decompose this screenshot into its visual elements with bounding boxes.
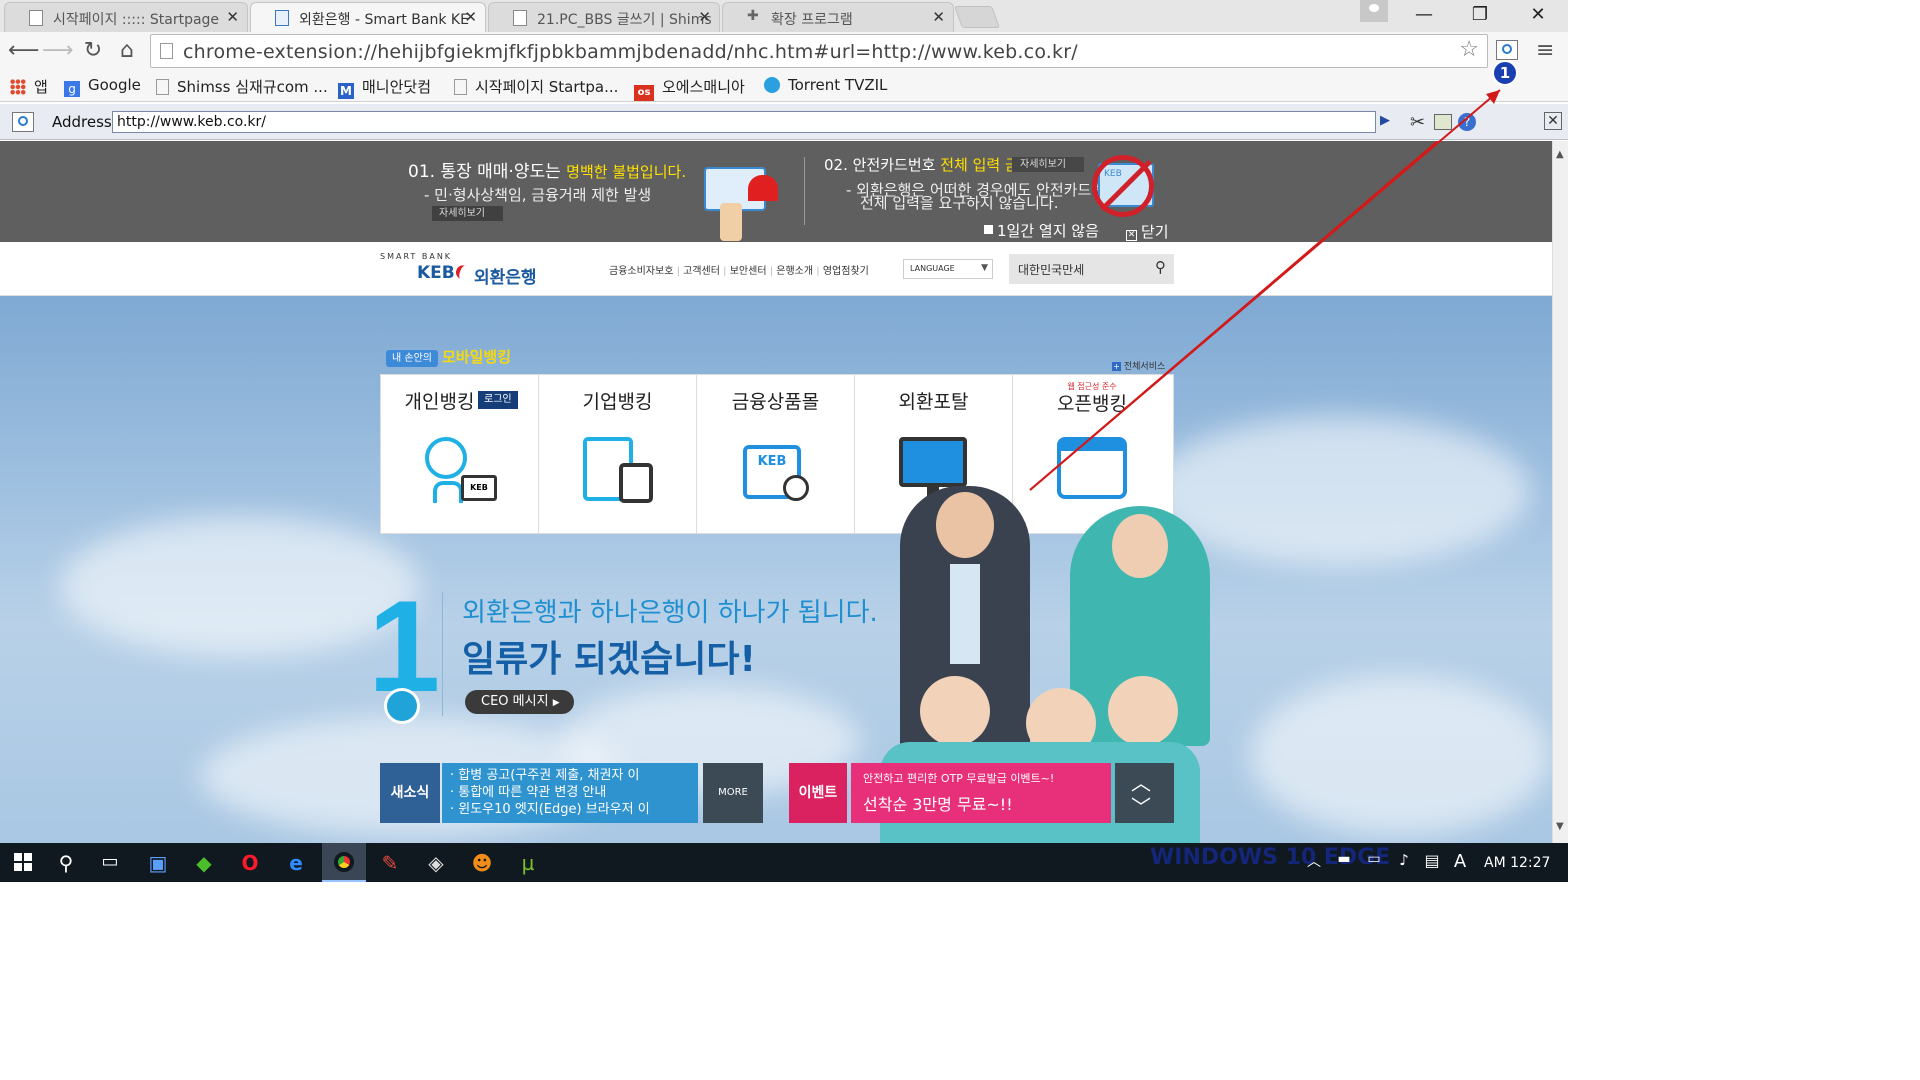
- page-scrollbar[interactable]: ▲ ▼: [1552, 141, 1568, 843]
- tab-title: 시작페이지 ::::: Startpage: [53, 12, 220, 28]
- opera-icon[interactable]: O: [234, 851, 266, 877]
- bookmark-osmania[interactable]: os 오에스매니아: [634, 76, 745, 101]
- puzzle-icon: ✚: [747, 8, 759, 24]
- network-icon[interactable]: ▭: [1358, 851, 1390, 877]
- bookmark-google[interactable]: g Google: [64, 76, 141, 97]
- page-icon: [454, 79, 467, 95]
- battery-icon[interactable]: ▬: [1328, 851, 1360, 877]
- page-icon: [29, 10, 43, 26]
- scroll-down-icon[interactable]: ▼: [1556, 821, 1564, 832]
- ie-icon: [12, 112, 34, 132]
- apps-icon: [10, 79, 26, 95]
- minimize-button[interactable]: —: [1404, 4, 1444, 25]
- manian-icon: M: [338, 83, 354, 99]
- url-text: chrome-extension://hehijbfgiekmjfkfjpbkb…: [183, 41, 1078, 63]
- chrome-taskbar-button[interactable]: [322, 843, 366, 882]
- utorrent-icon[interactable]: µ: [512, 851, 544, 877]
- annotation-arrow-head: [1029, 89, 1501, 491]
- ime-indicator[interactable]: A: [1444, 851, 1476, 877]
- home-icon[interactable]: ⌂: [112, 38, 142, 63]
- tab-title: 외환은행 - Smart Bank KE: [299, 12, 469, 28]
- restore-button[interactable]: ❐: [1460, 4, 1500, 25]
- close-icon[interactable]: ✕: [226, 8, 239, 26]
- tray-chevron-icon[interactable]: ︿: [1298, 851, 1330, 877]
- os-icon: os: [634, 85, 654, 101]
- page-icon: [160, 43, 173, 59]
- windows-taskbar: ⚲ ▭ ▣ ◆ O e ✎ ◈ ☻ µ WINDOWS 10 EDGE ︿ ▬ …: [0, 843, 1568, 882]
- search-icon[interactable]: ⚲: [50, 851, 82, 877]
- tab-startpage[interactable]: 시작페이지 ::::: Startpage ✕: [4, 2, 248, 32]
- task-view-icon[interactable]: ▭: [94, 851, 126, 877]
- browser-toolbar: ⟵ ⟶ ↻ ⌂ chrome-extension://hehijbfgiekmj…: [0, 32, 1568, 72]
- window-close-button[interactable]: ✕: [1518, 4, 1558, 25]
- app-save-icon[interactable]: ▣: [142, 851, 174, 877]
- tab-keb[interactable]: 외환은행 - Smart Bank KE ✕: [250, 2, 486, 32]
- reload-icon[interactable]: ↻: [78, 38, 108, 63]
- profile-icon[interactable]: [1360, 0, 1388, 22]
- windows-start-icon[interactable]: [6, 851, 38, 877]
- tab-extensions[interactable]: ✚ 확장 프로그램 ✕: [722, 2, 954, 32]
- app-paint-icon[interactable]: ✎: [374, 851, 406, 877]
- bookmark-shimss[interactable]: Shimss 심재규com ...: [156, 76, 328, 97]
- address-label: Address:: [52, 113, 117, 131]
- menu-icon[interactable]: ≡: [1536, 38, 1554, 63]
- app-utility-icon[interactable]: ◈: [420, 851, 452, 877]
- address-bar[interactable]: chrome-extension://hehijbfgiekmjfkfjpbkb…: [150, 34, 1488, 68]
- close-icon[interactable]: ✕: [464, 8, 477, 26]
- page-icon: [156, 79, 169, 95]
- bookmark-startpage[interactable]: 시작페이지 Startpa...: [454, 76, 618, 97]
- app-game-icon[interactable]: ☻: [466, 851, 498, 877]
- tab-bbs[interactable]: 21.PC_BBS 글쓰기 | Shims ✕: [488, 2, 720, 32]
- page-icon: [513, 10, 527, 26]
- clock[interactable]: AM 12:27: [1484, 855, 1550, 871]
- close-icon[interactable]: ✕: [698, 8, 711, 26]
- close-icon[interactable]: ✕: [932, 8, 945, 26]
- new-tab-button[interactable]: [953, 6, 1001, 28]
- torrent-icon: [764, 77, 780, 93]
- back-icon[interactable]: ⟵: [8, 38, 40, 63]
- forward-icon[interactable]: ⟶: [42, 38, 74, 63]
- scroll-up-icon[interactable]: ▲: [1556, 149, 1564, 160]
- chrome-icon: [334, 852, 354, 872]
- ie-icon: [275, 10, 289, 26]
- app-picasa-icon[interactable]: ◆: [188, 851, 220, 877]
- close-iebar-icon[interactable]: ✕: [1544, 112, 1562, 130]
- star-icon[interactable]: ☆: [1459, 37, 1479, 62]
- tab-title: 확장 프로그램: [771, 12, 853, 28]
- tab-strip: 시작페이지 ::::: Startpage ✕ 외환은행 - Smart Ban…: [0, 0, 1568, 32]
- ie-tab-extension-icon[interactable]: [1496, 40, 1518, 60]
- bookmark-apps[interactable]: 앱: [10, 76, 48, 97]
- tab-title: 21.PC_BBS 글쓰기 | Shims: [537, 12, 712, 28]
- bookmark-torrent[interactable]: Torrent TVZIL: [764, 76, 887, 94]
- bookmark-manian[interactable]: M 매니안닷컴: [338, 76, 431, 99]
- ie-icon[interactable]: e: [280, 851, 312, 877]
- google-icon: g: [64, 81, 80, 97]
